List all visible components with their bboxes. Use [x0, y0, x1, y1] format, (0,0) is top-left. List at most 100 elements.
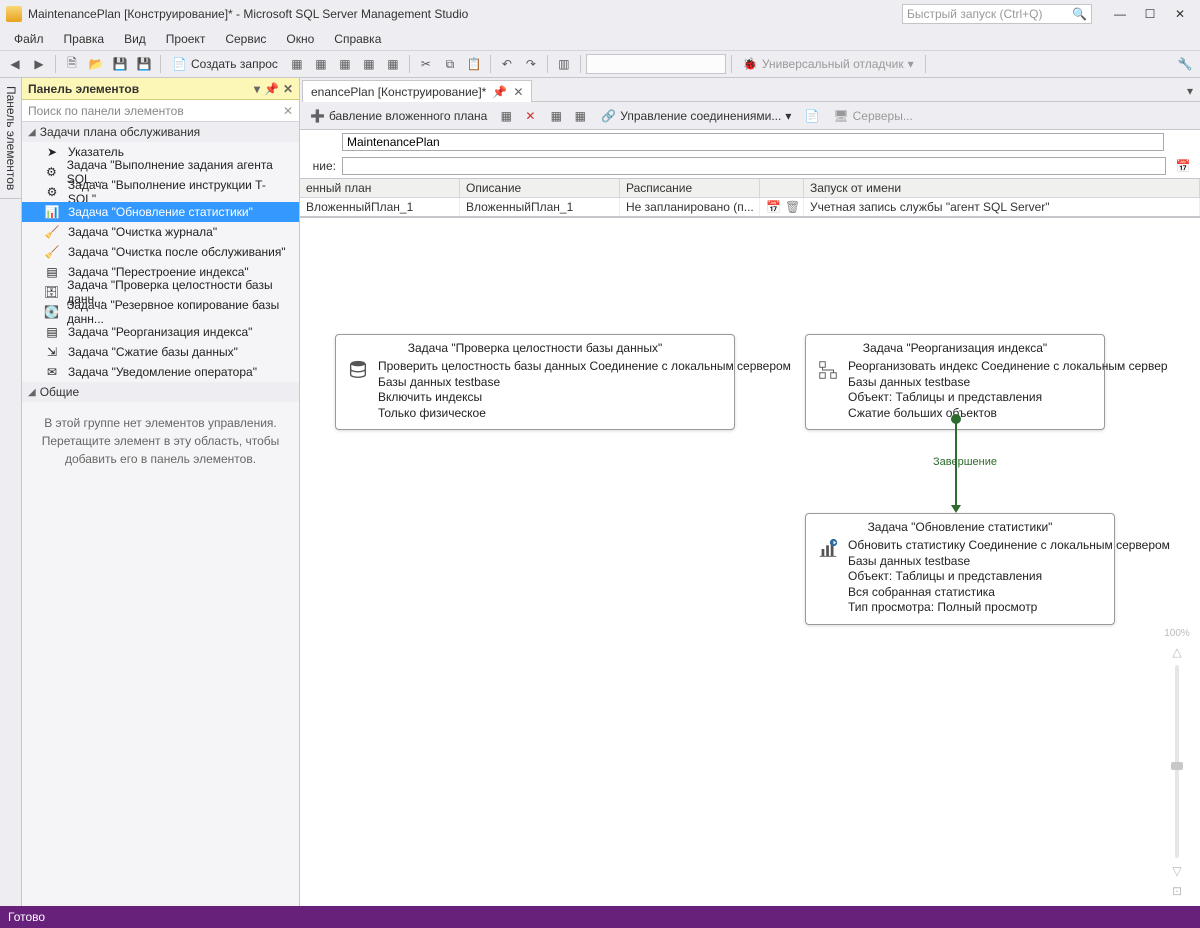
task-icon: 💽	[44, 304, 59, 320]
subplan-row[interactable]: ВложенныйПлан_1 ВложенныйПлан_1 Не запла…	[300, 198, 1200, 216]
quick-launch-input[interactable]: Быстрый запуск (Ctrl+Q) 🔍	[902, 4, 1092, 24]
title-bar: MaintenancePlan [Конструирование]* - Mic…	[0, 0, 1200, 28]
nav-back-button[interactable]: ◀	[4, 53, 26, 75]
toolbox-search-input[interactable]: Поиск по панели элементов ✕	[22, 100, 299, 122]
toolbox-item-notify-operator[interactable]: ✉Задача "Уведомление оператора"	[22, 362, 299, 382]
doc-tab-maintenance-plan[interactable]: enancePlan [Конструирование]* 📌 ✕	[302, 80, 532, 102]
xml-button[interactable]: ▦	[382, 53, 404, 75]
cut-button[interactable]: ✂	[415, 53, 437, 75]
toolbox-panel: Панель элементов ▾ 📌 ✕ Поиск по панели э…	[22, 78, 300, 906]
zoom-control[interactable]: 100% △ ▽ ⊡	[1162, 628, 1192, 898]
connector-reorg-to-stats[interactable]: Завершение	[955, 418, 1075, 513]
save-button[interactable]: 💾	[109, 53, 131, 75]
manage-connections-button[interactable]: 🔗 Управление соединениями... ▾	[595, 105, 797, 127]
toolbox-group-maintenance[interactable]: ◢ Задачи плана обслуживания	[22, 122, 299, 142]
close-panel-icon[interactable]: ✕	[283, 82, 293, 96]
delete-subplan-button[interactable]: ✕	[519, 105, 541, 127]
design-surface[interactable]: Задача "Проверка целостности базы данных…	[300, 217, 1200, 906]
task-icon: 📊	[44, 204, 60, 220]
plan-header: ние: 📅 енный план Описание Расписание За…	[300, 130, 1200, 217]
plan-name-input[interactable]	[342, 133, 1164, 151]
zoom-out-button[interactable]: ▽	[1172, 864, 1181, 878]
calendar-icon[interactable]: 📅	[766, 200, 781, 214]
toolbox-item-maint-cleanup[interactable]: 🧹Задача "Очистка после обслуживания"	[22, 242, 299, 262]
calendar-remove-icon[interactable]: 🗑	[785, 200, 800, 214]
schedule-icon-1[interactable]: ▦	[545, 105, 567, 127]
side-tab-toolbox[interactable]: Панель элементов	[0, 78, 21, 199]
task-icon: 🧹	[44, 224, 60, 240]
menu-tools[interactable]: Сервис	[217, 30, 274, 48]
properties-button[interactable]: ▥	[553, 53, 575, 75]
menu-file[interactable]: Файл	[6, 30, 52, 48]
database-combo[interactable]	[586, 54, 726, 74]
plan-schedule-button[interactable]: 📅	[1172, 155, 1194, 177]
save-all-button[interactable]: 💾	[133, 53, 155, 75]
dmx-query-button[interactable]: ▦	[334, 53, 356, 75]
copy-button[interactable]: ⧉	[439, 53, 461, 75]
app-icon	[6, 6, 22, 22]
dropdown-icon[interactable]: ▾	[254, 82, 260, 96]
toolbox-group-general[interactable]: ◢ Общие	[22, 382, 299, 402]
debugger-button[interactable]: 🐞 Универсальный отладчик ▾	[737, 53, 920, 75]
minimize-button[interactable]: —	[1106, 4, 1134, 24]
db-engine-query-button[interactable]: ▦	[286, 53, 308, 75]
plan-desc-input[interactable]	[342, 157, 1166, 175]
menu-edit[interactable]: Правка	[56, 30, 113, 48]
mdx-query-button[interactable]: ▦	[310, 53, 332, 75]
menu-project[interactable]: Проект	[158, 30, 214, 48]
col-desc: Описание	[460, 179, 620, 198]
main-toolbar: ◀ ▶ 🗎 📂 💾 💾 📄 Создать запрос ▦ ▦ ▦ ▦ ▦ ✂…	[0, 50, 1200, 78]
xmla-query-button[interactable]: ▦	[358, 53, 380, 75]
toolbox-item-tsql[interactable]: ⚙Задача "Выполнение инструкции T-SQL"	[22, 182, 299, 202]
task-icon: ⇲	[44, 344, 60, 360]
stats-icon	[816, 538, 840, 562]
task-update-stats[interactable]: Задача "Обновление статистики" Обновить …	[805, 513, 1115, 625]
add-subplan-button[interactable]: ➕ бавление вложенного плана	[304, 105, 493, 127]
restore-button[interactable]: ☐	[1136, 4, 1164, 24]
open-button[interactable]: 📂	[85, 53, 107, 75]
tab-overflow-button[interactable]: ▾	[1180, 80, 1200, 102]
servers-icon: 🖥	[833, 109, 848, 123]
zoom-fit-button[interactable]: ⊡	[1172, 884, 1182, 898]
subplan-grid: енный план Описание Расписание Запуск от…	[300, 178, 1200, 216]
col-run-as: Запуск от имени	[804, 179, 1200, 198]
toolbox-header: Панель элементов ▾ 📌 ✕	[22, 78, 299, 100]
zoom-in-button[interactable]: △	[1172, 645, 1181, 659]
new-query-button[interactable]: 📄 Создать запрос	[166, 53, 284, 75]
menu-view[interactable]: Вид	[116, 30, 154, 48]
new-file-button[interactable]: 🗎	[61, 53, 83, 75]
plan-desc-label: ние:	[306, 159, 336, 173]
servers-button[interactable]: 🖥 Серверы...	[827, 105, 918, 127]
toolbox-item-history-cleanup[interactable]: 🧹Задача "Очистка журнала"	[22, 222, 299, 242]
toolbox-item-update-stats[interactable]: 📊Задача "Обновление статистики"	[22, 202, 299, 222]
clear-search-icon[interactable]: ✕	[283, 104, 293, 118]
menu-help[interactable]: Справка	[326, 30, 389, 48]
toolbox-item-shrink-db[interactable]: ⇲Задача "Сжатие базы данных"	[22, 342, 299, 362]
reporting-button[interactable]: 📄	[801, 105, 823, 127]
caret-down-icon: ◢	[28, 387, 36, 398]
schedule-icon-2[interactable]: ▦	[569, 105, 591, 127]
col-subplan: енный план	[300, 179, 460, 198]
toolbox-empty-hint: В этой группе нет элементов управления. …	[22, 402, 299, 480]
window-title: MaintenancePlan [Конструирование]* - Mic…	[28, 7, 468, 21]
toolbox-item-backup[interactable]: 💽Задача "Резервное копирование базы данн…	[22, 302, 299, 322]
editor-area: enancePlan [Конструирование]* 📌 ✕ ▾ ➕ ба…	[300, 78, 1200, 906]
task-icon: ✉	[44, 364, 60, 380]
subplan-props-button[interactable]: ▦	[495, 105, 517, 127]
registered-servers-button[interactable]: 🔧	[1174, 53, 1196, 75]
task-check-integrity[interactable]: Задача "Проверка целостности базы данных…	[335, 334, 735, 430]
paste-button[interactable]: 📋	[463, 53, 485, 75]
toolbox-item-reorg-index[interactable]: ▤Задача "Реорганизация индекса"	[22, 322, 299, 342]
close-button[interactable]: ✕	[1166, 4, 1194, 24]
nav-fwd-button[interactable]: ▶	[28, 53, 50, 75]
menu-window[interactable]: Окно	[278, 30, 322, 48]
pin-icon[interactable]: 📌	[492, 85, 507, 99]
connection-icon: 🔗	[601, 109, 616, 123]
redo-button[interactable]: ↷	[520, 53, 542, 75]
pin-icon[interactable]: 📌	[264, 82, 279, 96]
undo-button[interactable]: ↶	[496, 53, 518, 75]
col-schedule: Расписание	[620, 179, 760, 198]
close-tab-icon[interactable]: ✕	[513, 85, 523, 99]
task-icon: 🧹	[44, 244, 60, 260]
zoom-slider[interactable]	[1175, 665, 1179, 858]
